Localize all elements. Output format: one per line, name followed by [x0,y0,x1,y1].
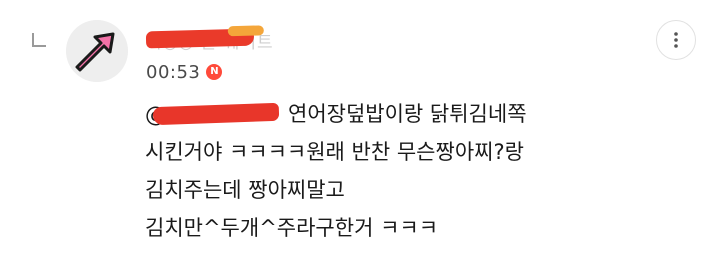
comment-body: @ 연어장덮밥이랑 닭튀김네쪽 시킨거야 ㅋㅋㅋㅋ원래 반찬 무슨짱아찌?랑 김… [145,95,705,247]
comment-line: 김치만^두개^주라구한거 ㅋㅋㅋ [145,216,439,240]
author-name-redaction [145,28,255,49]
comment-line: 김치주는데 짱아찌말고 [145,178,345,202]
more-vertical-icon [674,32,678,48]
new-badge: N [206,64,223,80]
author-name-row[interactable]: 지○○ 블 쉐어트 [145,26,306,56]
comment-text: 연어장덮밥이랑 닭튀김네쪽 [288,102,527,126]
more-options-button[interactable] [656,20,696,60]
reply-corner-icon [32,33,46,47]
comment-line: @ 연어장덮밥이랑 닭튀김네쪽 [145,95,705,133]
mention-tag[interactable]: @ [145,102,280,128]
avatar[interactable] [66,20,128,82]
comment-line: 시킨거야 ㅋㅋㅋㅋ원래 반찬 무슨짱아찌?랑 [145,140,524,164]
mention-redaction [152,102,280,126]
pink-arrow-icon [66,20,128,82]
timestamp-row: 00:53 N [146,60,223,84]
timestamp: 00:53 [146,61,201,83]
